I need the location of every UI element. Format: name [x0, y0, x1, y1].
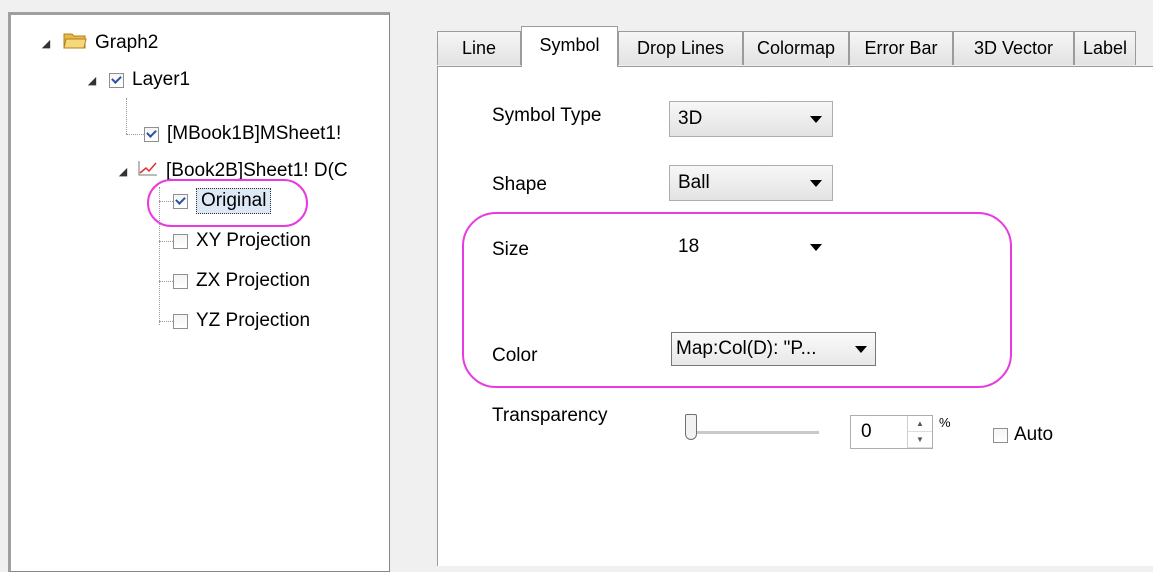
spin-value: 0	[861, 421, 872, 442]
dropdown-value: Map:Col(D): "P...	[676, 338, 817, 359]
tab-line[interactable]: Line	[437, 31, 521, 65]
tree-item-plot1[interactable]: [MBook1B]MSheet1!	[144, 119, 341, 149]
tree-label: Layer1	[132, 69, 191, 90]
dropdown-value: 3D	[678, 108, 703, 129]
yz-checkbox[interactable]	[173, 313, 188, 329]
folder-icon	[63, 31, 87, 55]
tree-connector	[159, 241, 173, 242]
tab-colormap[interactable]: Colormap	[743, 31, 849, 65]
color-label: Color	[492, 345, 538, 366]
spin-buttons[interactable]: ▲ ▼	[907, 416, 932, 448]
tree-label: [MBook1B]MSheet1!	[167, 123, 342, 144]
tab-label[interactable]: Label	[1074, 31, 1136, 65]
auto-checkbox[interactable]	[993, 427, 1008, 443]
layer-checkbox[interactable]	[109, 72, 124, 88]
tree-connector	[159, 321, 173, 322]
tree-item-yz-projection[interactable]: YZ Projection	[173, 306, 310, 336]
transparency-slider-track[interactable]	[691, 431, 819, 435]
tree-panel[interactable]: ◢ Graph2 ◢ Layer1 [MBook1B]MSheet1! ◢ [B…	[8, 12, 390, 572]
tree-label: YZ Projection	[196, 310, 311, 331]
collapse-arrow-icon[interactable]: ◢	[116, 165, 130, 178]
tree-connector	[126, 134, 144, 135]
highlight-ellipse	[147, 179, 308, 227]
tree-connector	[159, 281, 173, 282]
tab-symbol[interactable]: Symbol	[521, 26, 618, 67]
dropdown-value: 18	[678, 236, 700, 257]
tree-connector	[126, 98, 127, 134]
tree-label: XY Projection	[196, 230, 311, 251]
transparency-spinbox[interactable]: 0 ▲ ▼	[850, 415, 933, 449]
tab-drop-lines[interactable]: Drop Lines	[618, 31, 743, 65]
dropdown-arrow-icon	[810, 244, 822, 251]
zx-checkbox[interactable]	[173, 273, 188, 289]
tree-item-layer1[interactable]: ◢ Layer1	[85, 65, 190, 95]
dropdown-arrow-icon	[810, 180, 822, 187]
collapse-arrow-icon[interactable]: ◢	[85, 74, 99, 87]
transparency-slider-thumb[interactable]	[685, 414, 697, 440]
tree-label: ZX Projection	[196, 270, 311, 291]
symbol-panel: Symbol Type 3D Shape Ball Size 18 Color …	[437, 66, 1153, 566]
plot-checkbox[interactable]	[144, 126, 159, 142]
symbol-type-dropdown[interactable]: 3D	[669, 101, 833, 137]
shape-dropdown[interactable]: Ball	[669, 165, 833, 201]
tree-item-graph2[interactable]: ◢ Graph2	[39, 28, 159, 58]
size-label: Size	[492, 239, 529, 260]
auto-checkbox-row[interactable]: Auto	[993, 424, 1053, 446]
xy-checkbox[interactable]	[173, 233, 188, 249]
spin-up-icon[interactable]: ▲	[908, 416, 932, 432]
percent-label: %	[939, 415, 951, 430]
symbol-type-label: Symbol Type	[492, 105, 602, 126]
tab-error-bar[interactable]: Error Bar	[849, 31, 953, 65]
dropdown-arrow-icon	[810, 116, 822, 123]
color-dropdown[interactable]: Map:Col(D): "P...	[671, 332, 876, 366]
shape-label: Shape	[492, 174, 547, 195]
collapse-arrow-icon[interactable]: ◢	[39, 37, 53, 50]
auto-label: Auto	[1014, 424, 1054, 445]
tree-item-zx-projection[interactable]: ZX Projection	[173, 266, 310, 296]
tab-3d-vector[interactable]: 3D Vector	[953, 31, 1074, 65]
line-plot-icon	[138, 160, 158, 182]
tree-label: Graph2	[95, 32, 159, 53]
dropdown-value: Ball	[678, 172, 710, 193]
tree-item-xy-projection[interactable]: XY Projection	[173, 226, 311, 256]
dropdown-arrow-icon	[855, 346, 867, 353]
size-dropdown[interactable]: 18	[669, 229, 833, 265]
spin-down-icon[interactable]: ▼	[908, 432, 932, 448]
transparency-label: Transparency	[492, 405, 608, 426]
